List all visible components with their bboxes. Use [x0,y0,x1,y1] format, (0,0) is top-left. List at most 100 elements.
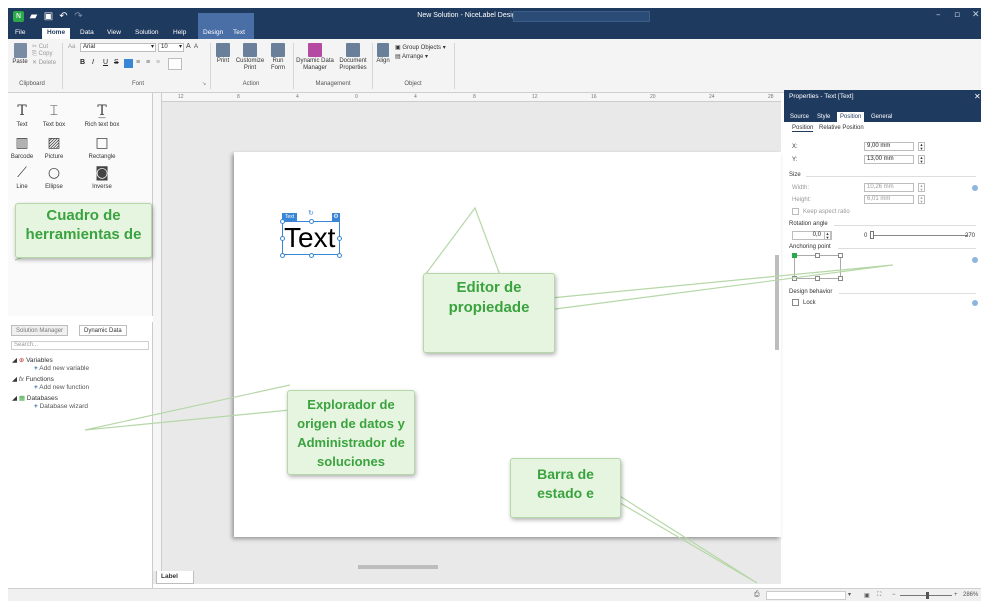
tab-source[interactable]: Source [787,112,812,122]
align-left-icon[interactable] [124,59,133,68]
tree-databases[interactable]: ◢ ▦ Databases [12,394,58,402]
vertical-scrollbar[interactable] [775,255,779,350]
grow-font-icon[interactable]: A [186,43,191,50]
resize-handle[interactable] [309,219,314,224]
align-button[interactable]: Align [374,43,392,65]
copy-button[interactable]: ⎘ Copy [32,51,52,58]
customize-print-button[interactable]: Customize Print [235,43,265,72]
tab-design[interactable]: Design [198,28,228,39]
lock-checkbox[interactable] [792,299,799,306]
anchor-point[interactable] [792,276,797,281]
database-wizard-link[interactable]: + Database wizard [34,403,88,410]
height-spinner[interactable]: ▲ ▼ [918,195,925,204]
zoom-out-icon[interactable]: − [892,592,896,598]
y-spinner[interactable]: ▲ ▼ [918,155,925,164]
fit-page-icon[interactable]: ▣ [864,592,870,599]
height-input[interactable]: 6,01 mm [864,195,914,204]
width-input[interactable]: 10,26 mm [864,183,914,192]
tab-style[interactable]: Style [814,112,833,122]
rotation-spinner[interactable]: ▲ ▼ [824,231,831,240]
resize-handle[interactable] [280,253,285,258]
zoom-in-icon[interactable]: + [954,592,958,598]
width-spinner[interactable]: ▲ ▼ [918,183,925,192]
arrange-button[interactable]: ▤ Arrange ▾ [395,53,428,60]
restore-icon[interactable]: ▫ [954,10,960,20]
underline-button[interactable]: U [103,59,108,66]
subtab-position[interactable]: Position [792,125,814,132]
info-icon[interactable] [972,257,978,263]
label-tab[interactable]: Label [156,571,194,584]
tab-home[interactable]: Home [42,28,71,39]
tool-ellipse[interactable]: ○ Ellipse [34,165,74,190]
shrink-font-icon[interactable]: A [194,44,198,50]
x-input[interactable]: 9,00 mm [864,142,914,151]
document-properties-button[interactable]: Document Properties [336,43,370,72]
print-button[interactable]: Print [213,43,233,65]
tab-data[interactable]: Data [75,28,99,39]
resize-handle[interactable] [280,236,285,241]
rotate-icon[interactable]: ↻ [308,209,314,217]
printer-status-icon[interactable]: ⎙ [754,591,760,599]
group-objects-button[interactable]: ▣ Group Objects ▾ [395,44,446,51]
zoom-fit-icon[interactable]: ⛶ [877,592,881,599]
add-function-link[interactable]: + Add new function [34,384,89,391]
italic-button[interactable]: I [92,59,94,66]
anchor-point[interactable] [815,276,820,281]
tool-rich-text-box[interactable]: T̲ Rich text box [82,103,122,128]
tab-position[interactable]: Position [837,112,865,122]
y-input[interactable]: 13,00 mm [864,155,914,164]
x-spinner[interactable]: ▲ ▼ [918,142,925,151]
font-dialog-launcher-icon[interactable]: ↘ [202,81,206,87]
window-search-box[interactable] [513,11,650,22]
anchor-point[interactable] [815,253,820,258]
font-family-select[interactable]: Arial ▾ [80,43,156,52]
info-icon[interactable] [972,185,978,191]
object-settings-icon[interactable]: ⚙ [332,213,340,221]
horizontal-scrollbar[interactable] [358,565,438,569]
subtab-relative-position[interactable]: Relative Position [819,125,864,131]
tab-solution[interactable]: Solution [130,28,164,39]
tab-help[interactable]: Help [168,28,191,39]
run-form-button[interactable]: Run Form [267,43,289,72]
bold-button[interactable]: B [80,59,85,66]
justify-icon[interactable]: ≡ [156,59,160,66]
tab-view[interactable]: View [102,28,126,39]
font-size-select[interactable]: 10 ▾ [158,43,184,52]
resize-handle[interactable] [337,236,342,241]
info-icon[interactable] [972,300,978,306]
delete-button[interactable]: ✕ Delete [32,59,56,66]
printer-select[interactable] [766,591,846,600]
strikethrough-button[interactable]: S [114,59,119,66]
tab-file[interactable]: File [10,28,30,39]
tab-general[interactable]: General [868,112,895,122]
resize-handle[interactable] [280,219,285,224]
tree-variables[interactable]: ◢ ⊕ Variables [12,356,53,364]
anchoring-point-selector[interactable] [792,253,843,281]
tool-inverse[interactable]: ◙ Inverse [82,165,122,190]
anchor-point[interactable] [838,276,843,281]
dropdown-icon[interactable]: ▾ [848,591,851,598]
keep-aspect-checkbox[interactable] [792,208,799,215]
tool-rectangle[interactable]: □ Rectangle [82,135,122,160]
tool-text-box[interactable]: ⌶ Text box [34,103,74,128]
minimize-icon[interactable]: – [936,10,941,20]
align-right-icon[interactable]: ≡ [146,59,150,66]
add-variable-link[interactable]: + Add new variable [34,365,89,372]
align-center-icon[interactable]: ≡ [136,59,140,66]
anchor-point-active[interactable] [792,253,797,258]
rotation-slider[interactable] [870,235,968,236]
tab-solution-manager[interactable]: Solution Manager [11,325,69,336]
explorer-search-input[interactable]: Search... [11,341,149,350]
text-object[interactable]: Text [284,222,335,254]
tree-functions[interactable]: ◢ fx Functions [12,375,54,383]
text-color-button[interactable] [168,58,182,70]
paste-button[interactable]: Paste [11,43,29,66]
close-properties-icon[interactable]: ✕ [974,92,981,101]
anchor-point[interactable] [838,253,843,258]
tool-picture[interactable]: ▨ Picture [34,135,74,160]
zoom-slider-thumb[interactable] [926,592,929,599]
tab-dynamic-data[interactable]: Dynamic Data [79,325,127,336]
tab-text[interactable]: Text [228,28,250,39]
resize-handle[interactable] [337,253,342,258]
dynamic-data-manager-button[interactable]: Dynamic Data Manager [296,43,334,72]
